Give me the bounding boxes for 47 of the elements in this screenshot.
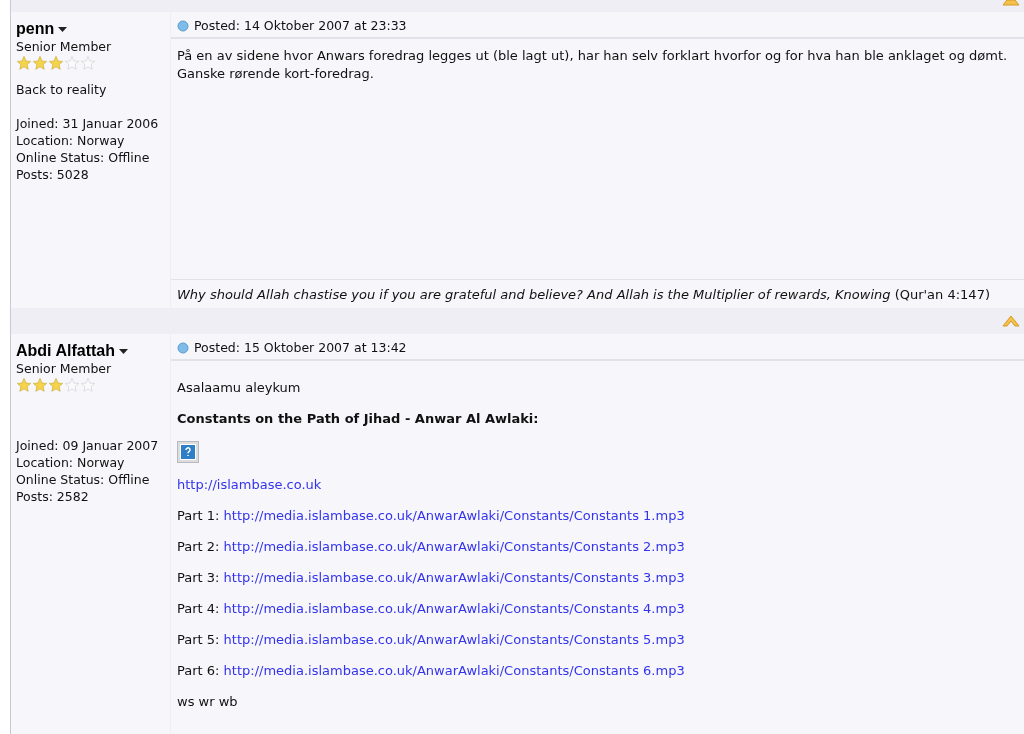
post-date: Posted: 14 Oktober 2007 at 23:33 <box>194 18 407 33</box>
post-heading: Constants on the Path of Jihad - Anwar Al Awlaki: <box>177 410 540 428</box>
post-icon <box>177 341 189 354</box>
star-icon <box>64 377 80 393</box>
part-link-line: Part 4: http://media.islambase.co.uk/AnwarAwlaki/Constants/Constants 4.mp3 <box>177 600 686 618</box>
member-rank: Senior Member <box>16 360 113 377</box>
star-icon <box>32 55 48 71</box>
post-text: På en av sidene hvor Anwars foredrag legges ut (ble lagt ut), har han selv forklart hvorfor og for hva han ble anklaget og dømt. Ganske rørende kort-foredrag. <box>177 47 1009 83</box>
star-icon <box>80 55 96 71</box>
post-icon <box>177 19 189 32</box>
star-icon <box>32 377 48 393</box>
post-date: Posted: 15 Oktober 2007 at 13:42 <box>194 340 407 355</box>
author-name[interactable]: penn <box>16 20 55 38</box>
part-link-line: Part 2: http://media.islambase.co.uk/AnwarAwlaki/Constants/Constants 2.mp3 <box>177 538 686 556</box>
link[interactable]: http://media.islambase.co.uk/AnwarAwlaki/Constants/Constants 4.mp3 <box>223 601 685 616</box>
member-rank: Senior Member <box>16 38 113 55</box>
broken-image-icon <box>177 441 199 463</box>
member-detail: Location: Norway <box>16 454 126 471</box>
caret-icon[interactable] <box>118 348 128 354</box>
star-icon <box>80 377 96 393</box>
author-name[interactable]: Abdi Alfattah <box>16 342 115 360</box>
link[interactable]: http://media.islambase.co.uk/AnwarAwlaki/Constants/Constants 3.mp3 <box>223 570 685 585</box>
member-detail: Online Status: Offline <box>16 471 151 488</box>
part-link-line: Part 5: http://media.islambase.co.uk/AnwarAwlaki/Constants/Constants 5.mp3 <box>177 631 686 649</box>
link[interactable]: http://media.islambase.co.uk/AnwarAwlaki/Constants/Constants 1.mp3 <box>223 508 685 523</box>
part-link-line: Part 6: http://media.islambase.co.uk/AnwarAwlaki/Constants/Constants 6.mp3 <box>177 662 686 680</box>
member-tagline: Back to reality <box>16 81 108 98</box>
member-detail: Joined: 09 Januar 2007 <box>16 437 160 454</box>
link[interactable]: http://media.islambase.co.uk/AnwarAwlaki/Constants/Constants 2.mp3 <box>223 539 685 554</box>
member-detail: Location: Norway <box>16 132 126 149</box>
star-icon <box>48 377 64 393</box>
link[interactable]: http://islambase.co.uk <box>177 477 322 492</box>
post-text: Asalaamu aleykum <box>177 379 302 397</box>
star-icon <box>64 55 80 71</box>
post-text: ws wr wb <box>177 693 239 711</box>
member-detail: Posts: 2582 <box>16 488 90 505</box>
member-detail: Online Status: Offline <box>16 149 151 166</box>
star-icon <box>48 55 64 71</box>
star-icon <box>16 55 32 71</box>
part-link-line: Part 3: http://media.islambase.co.uk/AnwarAwlaki/Constants/Constants 3.mp3 <box>177 569 686 587</box>
member-detail: Joined: 31 Januar 2006 <box>16 115 160 132</box>
link[interactable]: http://media.islambase.co.uk/AnwarAwlaki/Constants/Constants 5.mp3 <box>223 632 685 647</box>
star-icon <box>16 377 32 393</box>
part-link-line: Part 1: http://media.islambase.co.uk/AnwarAwlaki/Constants/Constants 1.mp3 <box>177 507 686 525</box>
link[interactable]: http://media.islambase.co.uk/AnwarAwlaki/Constants/Constants 6.mp3 <box>223 663 685 678</box>
member-detail: Posts: 5028 <box>16 166 90 183</box>
caret-icon[interactable] <box>58 26 68 32</box>
